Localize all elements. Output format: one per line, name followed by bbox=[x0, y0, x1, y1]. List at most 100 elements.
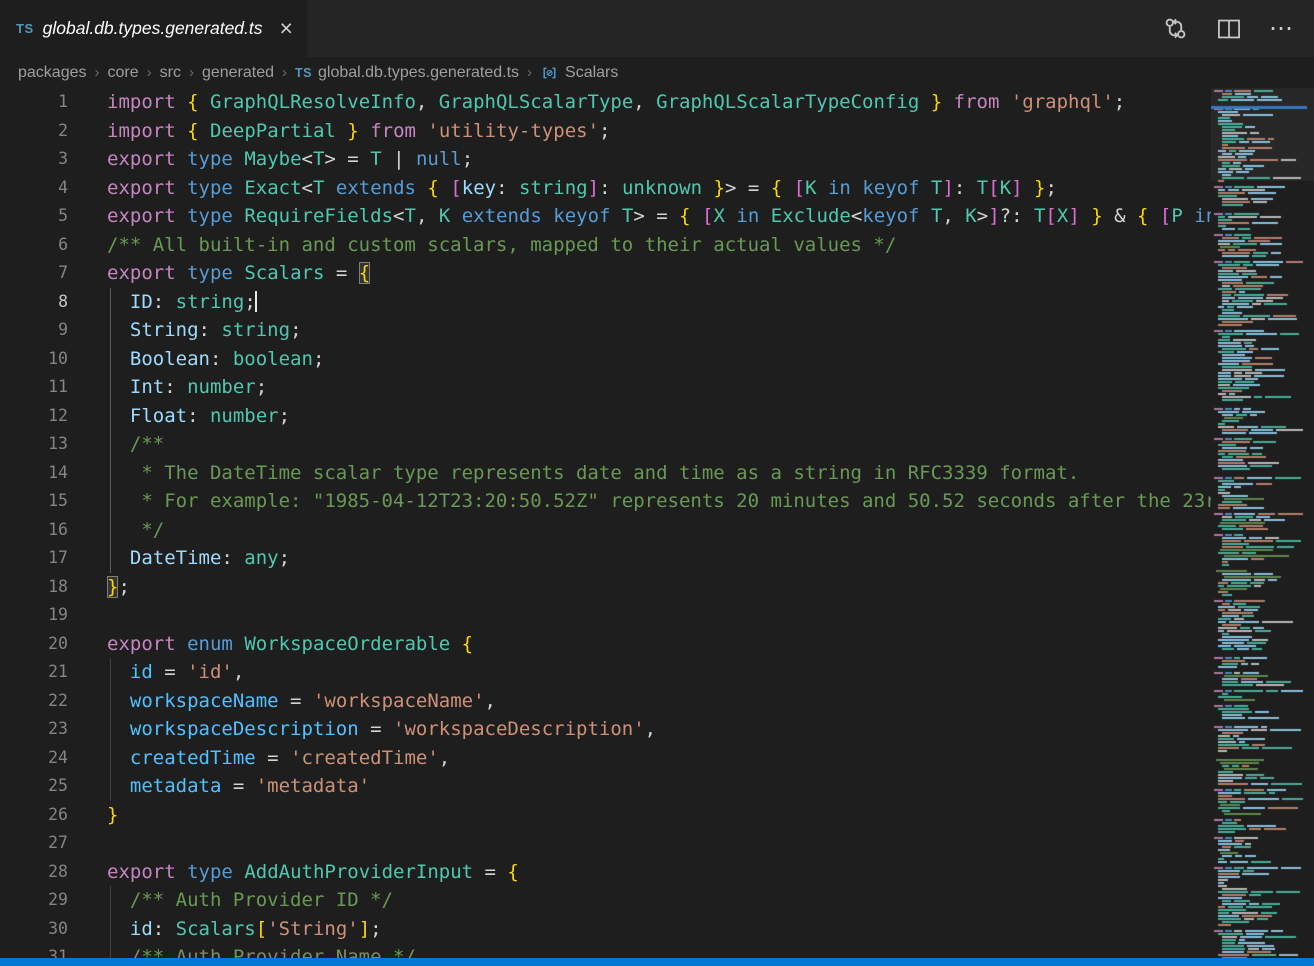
code-token: export bbox=[107, 861, 176, 883]
code-line[interactable]: 28export type AddAuthProviderInput = { bbox=[0, 858, 1211, 887]
code-token: null bbox=[416, 148, 462, 170]
code-line[interactable]: 1import { GraphQLResolveInfo, GraphQLSca… bbox=[0, 88, 1211, 117]
code-line[interactable]: 14 * The DateTime scalar type represents… bbox=[0, 459, 1211, 488]
status-bar[interactable] bbox=[0, 958, 1314, 966]
more-actions-icon[interactable]: ⋯ bbox=[1269, 17, 1294, 41]
code-line[interactable]: 30 id: Scalars['String']; bbox=[0, 915, 1211, 944]
code-token: [ bbox=[702, 205, 713, 227]
code-token: X bbox=[714, 205, 725, 227]
code-token: enum bbox=[187, 633, 233, 655]
code-token: metadata bbox=[130, 775, 222, 797]
line-number: 3 bbox=[0, 145, 68, 174]
code-token: keyof bbox=[862, 177, 919, 199]
split-editor-icon[interactable] bbox=[1216, 16, 1242, 42]
code-token bbox=[416, 120, 427, 142]
code-line[interactable]: 22 workspaceName = 'workspaceName', bbox=[0, 687, 1211, 716]
code-token: any bbox=[244, 547, 278, 569]
code-token: > = bbox=[725, 177, 771, 199]
code-line[interactable]: 5export type RequireFields<T, K extends … bbox=[0, 202, 1211, 231]
code-token: < bbox=[302, 177, 313, 199]
code-token bbox=[107, 547, 130, 569]
code-line[interactable]: 27 bbox=[0, 829, 1211, 858]
code-token: < bbox=[851, 205, 862, 227]
code-token bbox=[107, 405, 130, 427]
open-changes-icon[interactable] bbox=[1162, 15, 1189, 42]
line-number: 23 bbox=[0, 715, 68, 744]
code-token: export bbox=[107, 633, 176, 655]
code-token: < bbox=[302, 148, 313, 170]
code-line[interactable]: 17 DateTime: any; bbox=[0, 544, 1211, 573]
code-line[interactable]: 10 Boolean: boolean; bbox=[0, 345, 1211, 374]
code-text: String: string; bbox=[107, 316, 302, 345]
code-token: T bbox=[370, 148, 381, 170]
code-line[interactable]: 2import { DeepPartial } from 'utility-ty… bbox=[0, 117, 1211, 146]
code-line[interactable]: 21 id = 'id', bbox=[0, 658, 1211, 687]
code-token: ] bbox=[1011, 177, 1022, 199]
code-line[interactable]: 13 /** bbox=[0, 430, 1211, 459]
code-line[interactable]: 19 bbox=[0, 601, 1211, 630]
close-icon[interactable]: × bbox=[280, 17, 293, 40]
line-number: 26 bbox=[0, 801, 68, 830]
code-token: : bbox=[164, 376, 187, 398]
breadcrumb-label: packages bbox=[18, 64, 87, 82]
code-token: unknown bbox=[622, 177, 702, 199]
text-cursor bbox=[255, 291, 257, 312]
code-line[interactable]: 9 String: string; bbox=[0, 316, 1211, 345]
code-line[interactable]: 26} bbox=[0, 801, 1211, 830]
code-token: } bbox=[1091, 205, 1102, 227]
breadcrumb-item-global-db-types-generated-ts[interactable]: TSglobal.db.types.generated.ts bbox=[295, 64, 519, 82]
code-token bbox=[176, 633, 187, 655]
code-line[interactable]: 6/** All built-in and custom scalars, ma… bbox=[0, 231, 1211, 260]
tab-global-db-types-generated[interactable]: TS global.db.types.generated.ts × bbox=[0, 0, 307, 57]
code-token: type bbox=[187, 262, 233, 284]
code-line[interactable]: 15 * For example: "1985-04-12T23:20:50.5… bbox=[0, 487, 1211, 516]
code-line[interactable]: 18}; bbox=[0, 573, 1211, 602]
code-text: workspaceName = 'workspaceName', bbox=[107, 687, 496, 716]
line-number: 10 bbox=[0, 345, 68, 374]
breadcrumb-item-packages[interactable]: packages bbox=[18, 64, 87, 82]
code-token bbox=[919, 205, 930, 227]
code-line[interactable]: 24 createdTime = 'createdTime', bbox=[0, 744, 1211, 773]
code-line[interactable]: 11 Int: number; bbox=[0, 373, 1211, 402]
code-token: type bbox=[187, 205, 233, 227]
breadcrumb-separator: › bbox=[189, 64, 194, 81]
line-number: 9 bbox=[0, 316, 68, 345]
breadcrumb-item-core[interactable]: core bbox=[108, 64, 139, 82]
code-line[interactable]: 20export enum WorkspaceOrderable { bbox=[0, 630, 1211, 659]
code-token bbox=[107, 747, 130, 769]
line-number: 29 bbox=[0, 886, 68, 915]
code-token bbox=[999, 91, 1010, 113]
breadcrumb-item-generated[interactable]: generated bbox=[202, 64, 274, 82]
editor-code-area[interactable]: 1import { GraphQLResolveInfo, GraphQLSca… bbox=[0, 88, 1211, 966]
code-token bbox=[1183, 205, 1194, 227]
code-token: K bbox=[1000, 177, 1011, 199]
code-token: K bbox=[965, 205, 976, 227]
code-line[interactable]: 29 /** Auth Provider ID */ bbox=[0, 886, 1211, 915]
breadcrumb-label: global.db.types.generated.ts bbox=[318, 64, 519, 82]
breadcrumb-label: core bbox=[108, 64, 139, 82]
code-token: = bbox=[279, 690, 313, 712]
code-token: import bbox=[107, 120, 176, 142]
breadcrumb-item-scalars[interactable]: Scalars bbox=[540, 64, 618, 82]
code-line[interactable]: 4export type Exact<T extends { [key: str… bbox=[0, 174, 1211, 203]
code-token: keyof bbox=[862, 205, 919, 227]
code-line[interactable]: 7export type Scalars = { bbox=[0, 259, 1211, 288]
code-line[interactable]: 3export type Maybe<T> = T | null; bbox=[0, 145, 1211, 174]
code-token: in bbox=[828, 177, 851, 199]
code-token: > = bbox=[324, 148, 370, 170]
code-token: GraphQLScalarType bbox=[439, 91, 633, 113]
line-number: 15 bbox=[0, 487, 68, 516]
code-token bbox=[1080, 205, 1091, 227]
code-token: [ bbox=[1160, 205, 1171, 227]
breadcrumb-item-src[interactable]: src bbox=[160, 64, 181, 82]
code-line[interactable]: 23 workspaceDescription = 'workspaceDesc… bbox=[0, 715, 1211, 744]
code-line[interactable]: 12 Float: number; bbox=[0, 402, 1211, 431]
minimap[interactable] bbox=[1211, 88, 1314, 966]
code-text: * For example: "1985-04-12T23:20:50.52Z"… bbox=[107, 487, 1211, 516]
code-line[interactable]: 8 ID: string; bbox=[0, 288, 1211, 317]
code-line[interactable]: 16 */ bbox=[0, 516, 1211, 545]
code-token: id bbox=[130, 661, 153, 683]
code-token: K bbox=[439, 205, 450, 227]
code-line[interactable]: 25 metadata = 'metadata' bbox=[0, 772, 1211, 801]
breadcrumb-label: Scalars bbox=[565, 64, 618, 82]
